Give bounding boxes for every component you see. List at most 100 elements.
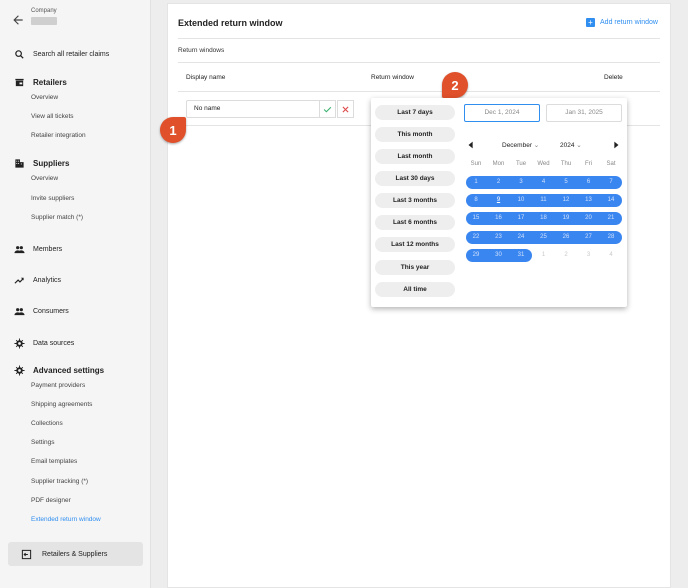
calendar-day[interactable]: 23 — [488, 231, 510, 244]
date-range-picker: Last 7 days This month Last month Last 3… — [371, 98, 627, 307]
calendar-day[interactable]: 8 — [465, 194, 487, 207]
calendar-day[interactable]: 3 — [578, 249, 600, 262]
calendar-day[interactable]: 24 — [510, 231, 532, 244]
search-claims-link[interactable]: Search all retailer claims — [14, 49, 109, 60]
calendar-day[interactable]: 1 — [465, 176, 487, 189]
end-date-input[interactable]: Jan 31, 2025 — [546, 104, 622, 122]
preset-last-12-months[interactable]: Last 12 months — [375, 237, 455, 252]
calendar-day[interactable]: 15 — [465, 212, 487, 225]
pdf-designer-link[interactable]: PDF designer — [31, 497, 71, 504]
preset-last-30-days[interactable]: Last 30 days — [375, 171, 455, 186]
annotation-badge-2: 2 — [442, 72, 468, 98]
calendar-day[interactable]: 25 — [533, 231, 555, 244]
suppliers-invite[interactable]: Invite suppliers — [31, 195, 74, 202]
previous-month-icon[interactable] — [466, 140, 476, 150]
preset-this-year[interactable]: This year — [375, 260, 455, 275]
advanced-settings-section[interactable]: Advanced settings — [14, 365, 104, 376]
calendar-day[interactable]: 16 — [488, 212, 510, 225]
calendar-day[interactable]: 19 — [555, 212, 577, 225]
consumers-link[interactable]: Consumers — [14, 306, 69, 317]
company-label: Company — [31, 8, 57, 14]
calendar-day[interactable]: 17 — [510, 212, 532, 225]
calendar-day[interactable]: 22 — [465, 231, 487, 244]
divider — [178, 91, 660, 92]
calendar-day[interactable]: 2 — [555, 249, 577, 262]
people-icon — [14, 308, 25, 316]
supplier-tracking-link[interactable]: Supplier tracking (*) — [31, 478, 88, 485]
calendar-day[interactable]: 21 — [600, 212, 622, 225]
payment-providers-link[interactable]: Payment providers — [31, 382, 85, 389]
advanced-settings-title: Advanced settings — [33, 366, 105, 375]
calendar-day[interactable]: 28 — [600, 231, 622, 244]
analytics-link[interactable]: Analytics — [14, 275, 61, 286]
check-icon — [323, 106, 332, 113]
next-month-icon[interactable] — [611, 140, 621, 150]
back-arrow-icon[interactable] — [11, 13, 25, 27]
members-link[interactable]: Members — [14, 244, 62, 255]
preset-last-6-months[interactable]: Last 6 months — [375, 215, 455, 230]
weekday-label: Wed — [537, 161, 550, 167]
calendar-day[interactable]: 20 — [578, 212, 600, 225]
email-templates-link[interactable]: Email templates — [31, 458, 77, 465]
preset-all-time[interactable]: All time — [375, 282, 455, 297]
calendar-day[interactable]: 26 — [555, 231, 577, 244]
consumers-label: Consumers — [33, 308, 69, 315]
suppliers-match[interactable]: Supplier match (*) — [31, 214, 83, 221]
calendar-day[interactable]: 6 — [578, 176, 600, 189]
calendar-day[interactable]: 13 — [578, 194, 600, 207]
confirm-button[interactable] — [319, 100, 336, 118]
company-name-redacted — [31, 17, 57, 25]
chevron-down-icon: ⌄ — [576, 142, 582, 149]
calendar-day[interactable]: 11 — [533, 194, 555, 207]
year-select[interactable]: 2024 ⌄ — [560, 141, 582, 149]
store-icon — [15, 78, 24, 87]
calendar-day[interactable]: 9 — [488, 194, 510, 207]
retailers-overview[interactable]: Overview — [31, 94, 58, 101]
calendar-day[interactable]: 18 — [533, 212, 555, 225]
display-name-input[interactable]: No name — [186, 100, 321, 118]
data-sources-link[interactable]: Data sources — [14, 338, 74, 349]
annotation-badge-1: 1 — [160, 117, 186, 143]
calendar-day[interactable]: 7 — [600, 176, 622, 189]
retailers-view-all-tickets[interactable]: View all tickets — [31, 113, 74, 120]
calendar-day[interactable]: 10 — [510, 194, 532, 207]
add-return-window-label: Add return window — [600, 19, 658, 26]
people-icon — [14, 246, 25, 254]
extended-return-window-link[interactable]: Extended return window — [31, 516, 101, 523]
page-title: Extended return window — [178, 18, 283, 28]
add-return-window-button[interactable]: + Add return window — [586, 18, 658, 27]
suppliers-section[interactable]: Suppliers — [14, 158, 69, 169]
retailers-integration[interactable]: Retailer integration — [31, 132, 86, 139]
preset-last-3-months[interactable]: Last 3 months — [375, 193, 455, 208]
calendar-day[interactable]: 14 — [600, 194, 622, 207]
calendar-day[interactable]: 31 — [510, 249, 532, 262]
shipping-agreements-link[interactable]: Shipping agreements — [31, 401, 92, 408]
collections-link[interactable]: Collections — [31, 420, 63, 427]
calendar-day[interactable]: 29 — [465, 249, 487, 262]
weekday-label: Tue — [515, 161, 527, 167]
retailers-suppliers-switch-button[interactable]: Retailers & Suppliers — [8, 542, 143, 566]
gear-icon — [14, 365, 25, 376]
calendar-day[interactable]: 12 — [555, 194, 577, 207]
preset-this-month[interactable]: This month — [375, 127, 455, 142]
month-select[interactable]: December ⌄ — [502, 141, 539, 149]
members-label: Members — [33, 246, 63, 253]
calendar-day[interactable]: 4 — [600, 249, 622, 262]
preset-last-month[interactable]: Last month — [375, 149, 455, 164]
switch-button-label: Retailers & Suppliers — [42, 550, 108, 558]
preset-last-7-days[interactable]: Last 7 days — [375, 105, 455, 120]
cancel-button[interactable] — [337, 100, 354, 118]
calendar-day[interactable]: 3 — [510, 176, 532, 189]
start-date-input[interactable]: Dec 1, 2024 — [464, 104, 540, 122]
switch-icon — [21, 549, 32, 559]
column-return-window: Return window — [371, 74, 414, 81]
calendar-day[interactable]: 27 — [578, 231, 600, 244]
retailers-section[interactable]: Retailers — [14, 77, 67, 88]
calendar-day[interactable]: 5 — [555, 176, 577, 189]
calendar-day[interactable]: 2 — [488, 176, 510, 189]
calendar-day[interactable]: 1 — [533, 249, 555, 262]
suppliers-overview[interactable]: Overview — [31, 175, 58, 182]
settings-link[interactable]: Settings — [31, 439, 55, 446]
calendar-day[interactable]: 30 — [488, 249, 510, 262]
calendar-day[interactable]: 4 — [533, 176, 555, 189]
